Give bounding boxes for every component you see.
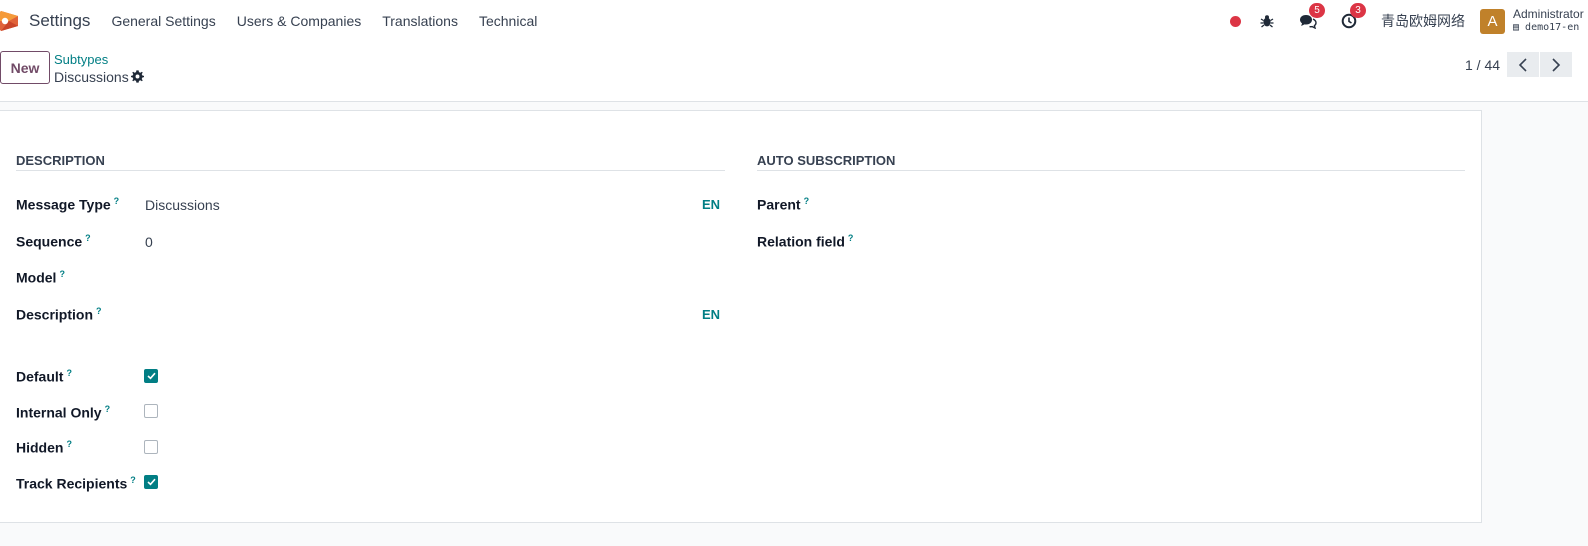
model-label-text: Model [16, 269, 57, 286]
company-switcher[interactable]: 青岛欧姆网络 [1381, 11, 1465, 31]
description-label-text: Description [16, 306, 94, 323]
internal-only-checkbox[interactable] [144, 404, 158, 418]
control-panel: New Subtypes Discussions 1 / 44 [0, 42, 1588, 102]
help-tooltip-icon[interactable]: ? [105, 404, 111, 414]
field-label-internal-only: Internal Only? [16, 404, 110, 421]
recording-indicator-icon[interactable] [1230, 15, 1241, 27]
systray: 5 3 青岛欧姆网络 A Administrator ▤ demo17-en [1230, 0, 1588, 42]
hidden-checkbox[interactable] [144, 440, 158, 454]
message-type-field[interactable]: Discussions [145, 197, 220, 213]
debug-bug-icon[interactable] [1258, 12, 1276, 30]
top-navbar: Settings General Settings Users & Compan… [0, 0, 1588, 42]
field-label-sequence: Sequence? [16, 233, 91, 250]
help-tooltip-icon[interactable]: ? [59, 269, 65, 279]
group-divider [757, 170, 1465, 171]
user-avatar[interactable]: A [1480, 8, 1505, 34]
help-tooltip-icon[interactable]: ? [114, 196, 120, 206]
default-label-text: Default [16, 368, 64, 385]
sequence-label-text: Sequence [16, 233, 83, 250]
messages-badge: 5 [1309, 3, 1325, 18]
database-name: ▤ demo17-en [1513, 21, 1588, 34]
default-checkbox[interactable] [144, 369, 158, 383]
group-title-description: DESCRIPTION [16, 153, 105, 168]
field-label-relation-field: Relation field? [757, 233, 853, 250]
help-tooltip-icon[interactable]: ? [804, 196, 810, 206]
field-label-parent: Parent? [757, 196, 809, 213]
field-label-description: Description? [16, 306, 102, 323]
track-recipients-label-text: Track Recipients [16, 475, 128, 492]
brand: Settings General Settings Users & Compan… [0, 0, 558, 42]
message-type-label-text: Message Type [16, 196, 111, 213]
pager-value[interactable]: 1 / 44 [1465, 57, 1500, 73]
field-label-message-type: Message Type? [16, 196, 119, 213]
help-tooltip-icon[interactable]: ? [130, 475, 136, 485]
parent-label-text: Parent [757, 196, 801, 213]
new-button[interactable]: New [0, 51, 50, 84]
menu-general-settings[interactable]: General Settings [111, 13, 215, 29]
field-label-track-recipients: Track Recipients? [16, 475, 136, 492]
chevron-left-icon [1518, 57, 1527, 72]
help-tooltip-icon[interactable]: ? [85, 233, 91, 243]
chevron-right-icon [1552, 57, 1561, 72]
messages-chat-icon[interactable]: 5 [1299, 3, 1325, 30]
group-title-auto-subscription: AUTO SUBSCRIPTION [757, 153, 896, 168]
field-label-hidden: Hidden? [16, 439, 72, 456]
pager-next-button[interactable] [1540, 52, 1572, 77]
help-tooltip-icon[interactable]: ? [66, 368, 72, 378]
help-tooltip-icon[interactable]: ? [96, 306, 102, 316]
translate-button[interactable]: EN [702, 307, 720, 322]
checkmark-icon [146, 372, 156, 380]
menu-technical[interactable]: Technical [479, 13, 537, 29]
track-recipients-checkbox[interactable] [144, 475, 158, 489]
help-tooltip-icon[interactable]: ? [848, 233, 854, 243]
group-divider [16, 170, 725, 171]
menu-users-companies[interactable]: Users & Companies [237, 13, 362, 29]
menu-translations[interactable]: Translations [382, 13, 458, 29]
activities-badge: 3 [1350, 3, 1366, 18]
checkmark-icon [146, 478, 156, 486]
internal-only-label-text: Internal Only [16, 404, 102, 421]
relation-field-label-text: Relation field [757, 233, 845, 250]
form-sheet: DESCRIPTION Message Type? Discussions EN… [0, 110, 1482, 523]
app-title[interactable]: Settings [29, 11, 90, 31]
field-label-model: Model? [16, 269, 65, 286]
breadcrumb-subtypes[interactable]: Subtypes [54, 52, 108, 67]
breadcrumb-current: Discussions [54, 69, 129, 85]
user-menu[interactable]: Administrator ▤ demo17-en [1513, 8, 1588, 34]
user-name: Administrator [1513, 8, 1584, 21]
gear-icon[interactable] [131, 70, 144, 83]
help-tooltip-icon[interactable]: ? [66, 439, 72, 449]
app-logo-icon[interactable] [0, 11, 18, 31]
field-label-default: Default? [16, 368, 72, 385]
sequence-field[interactable]: 0 [145, 234, 153, 250]
activities-clock-icon[interactable]: 3 [1340, 3, 1366, 30]
pager-previous-button[interactable] [1507, 52, 1539, 77]
database-label: demo17-en [1525, 22, 1580, 33]
translate-button[interactable]: EN [702, 197, 720, 212]
database-icon: ▤ [1513, 22, 1526, 33]
hidden-label-text: Hidden [16, 439, 64, 456]
